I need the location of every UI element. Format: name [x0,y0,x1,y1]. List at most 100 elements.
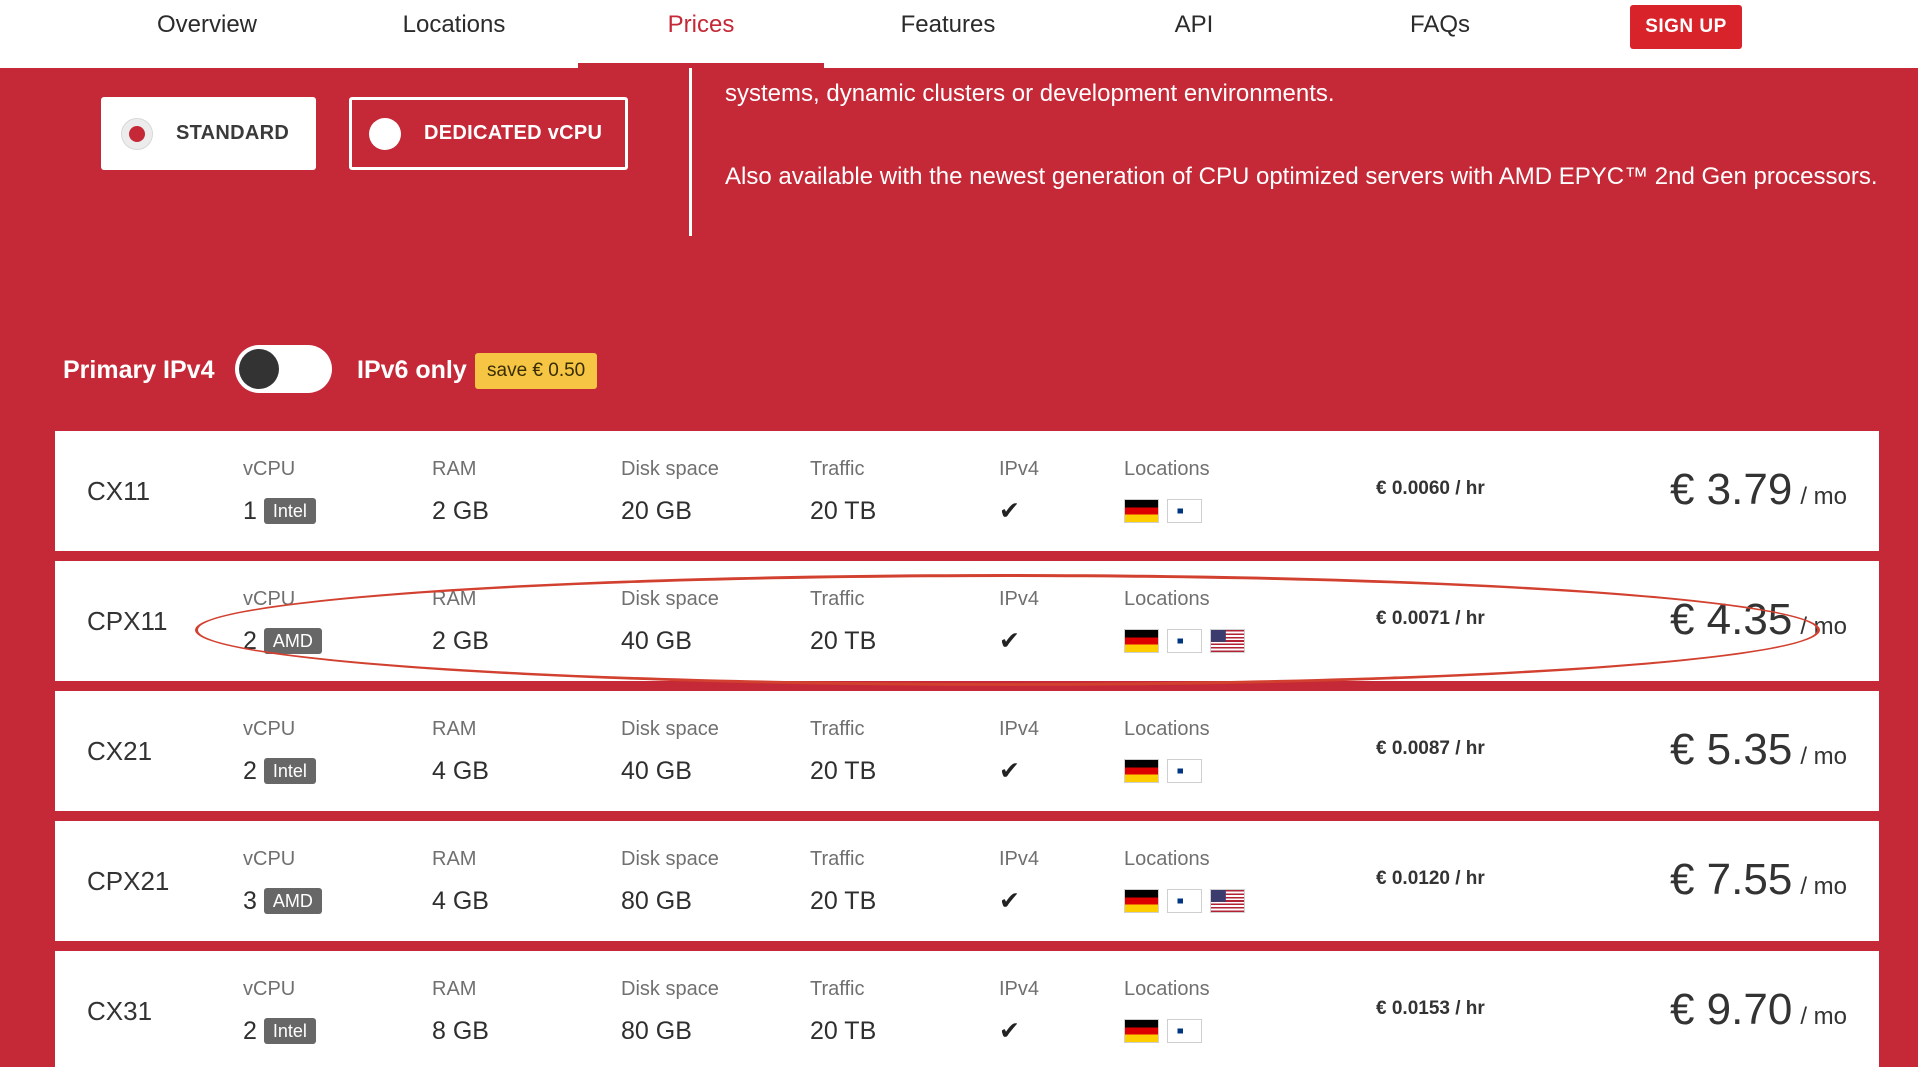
monthly-price-amount: € 9.70 [1669,985,1793,1034]
cpu-brand-badge: Intel [263,498,316,524]
dedicated-vcpu-type-label: DEDICATED vCPU [424,122,603,144]
nav-prices[interactable]: Prices [578,0,824,68]
sign-up-button[interactable]: SIGN UP [1630,5,1742,49]
nav-features[interactable]: Features [825,0,1071,68]
vcpu-value: 1 Intel [243,496,316,526]
ram-value: 4 GB [432,757,489,785]
plan-name: CX31 [87,996,153,1026]
vcpu-label: vCPU [243,848,296,870]
nav-locations[interactable]: Locations [331,0,577,68]
vcpu-value: 2 Intel [243,1016,316,1046]
plan-name: CPX11 [87,606,168,636]
plan-row[interactable]: CX11 vCPU 1 Intel RAM 2 GB Disk space 20 … [55,431,1879,551]
monthly-price: € 9.70 / mo [1670,985,1847,1035]
top-nav: Overview Locations Prices Features API F… [0,0,1918,68]
disk-label: Disk space [621,588,719,610]
location-flags [1124,759,1202,783]
save-badge: save € 0.50 [475,353,598,389]
traffic-label: Traffic [810,978,865,1000]
traffic-label: Traffic [810,718,865,740]
locations-label: Locations [1124,978,1210,1000]
vcpu-value: 2 AMD [243,626,322,656]
description-line-2: Also available with the newest generatio… [725,163,1878,190]
disk-label: Disk space [621,978,719,1000]
ipv4-label: IPv4 [999,588,1040,610]
flag-usa-icon [1210,889,1245,913]
plan-name: CX11 [87,476,151,506]
vcpu-label: vCPU [243,718,296,740]
location-flags [1124,499,1202,523]
plan-row[interactable]: CPX21 vCPU 3 AMD RAM 4 GB Disk space 80 G… [55,821,1879,941]
traffic-value: 20 TB [810,757,877,785]
flag-germany-icon [1124,499,1159,523]
traffic-value: 20 TB [810,887,877,915]
monthly-price-unit: / mo [1800,1003,1847,1030]
ram-value: 2 GB [432,627,489,655]
disk-value: 20 GB [621,497,692,525]
vcpu-label: vCPU [243,978,296,1000]
ipv4-label: IPv4 [999,718,1040,740]
traffic-label: Traffic [810,458,865,480]
check-icon: ✔ [999,627,1020,655]
vcpu-count: 2 [243,757,257,785]
cpu-brand-badge: Intel [263,1018,316,1044]
nav-overview[interactable]: Overview [84,0,330,68]
flag-finland-icon [1167,499,1202,523]
monthly-price-unit: / mo [1800,483,1847,510]
flag-germany-icon [1124,889,1159,913]
check-icon: ✔ [999,887,1020,915]
locations-label: Locations [1124,718,1210,740]
nav-faqs[interactable]: FAQs [1317,0,1563,68]
ram-label: RAM [432,978,477,1000]
plan-row[interactable]: CPX11 vCPU 2 AMD RAM 2 GB Disk space 40 G… [55,561,1879,681]
standard-type-label: STANDARD [176,122,290,144]
nav-api[interactable]: API [1071,0,1317,68]
vcpu-label: vCPU [243,458,296,480]
flag-germany-icon [1124,759,1159,783]
ipv6-only-label: IPv6 only [357,356,467,384]
description-line-1: systems, dynamic clusters or development… [725,80,1335,107]
monthly-price: € 5.35 / mo [1670,725,1847,775]
ram-label: RAM [432,848,477,870]
monthly-price-unit: / mo [1800,873,1847,900]
radio-unselected-icon [369,117,401,150]
hourly-price: € 0.0120 / hr [1376,868,1485,889]
standard-type-button[interactable]: STANDARD [101,97,316,170]
disk-value: 40 GB [621,757,692,785]
locations-label: Locations [1124,458,1210,480]
plan-row[interactable]: CX31 vCPU 2 Intel RAM 8 GB Disk space 80 … [55,951,1879,1067]
locations-label: Locations [1124,848,1210,870]
ram-value: 2 GB [432,497,489,525]
traffic-value: 20 TB [810,1017,877,1045]
ram-label: RAM [432,458,477,480]
flag-usa-icon [1210,629,1245,653]
cpu-brand-badge: AMD [263,888,322,914]
ipv4-label: IPv4 [999,458,1040,480]
description-divider [689,68,692,236]
monthly-price: € 3.79 / mo [1670,465,1847,515]
ipv6-only-toggle[interactable] [235,345,332,393]
ram-value: 4 GB [432,887,489,915]
monthly-price-unit: / mo [1800,743,1847,770]
ipv4-label: IPv4 [999,978,1040,1000]
monthly-price: € 4.35 / mo [1670,595,1847,645]
hourly-price: € 0.0087 / hr [1376,738,1485,759]
traffic-value: 20 TB [810,497,877,525]
flag-finland-icon [1167,1019,1202,1043]
vcpu-count: 3 [243,887,257,915]
cpu-brand-badge: AMD [263,628,322,654]
disk-label: Disk space [621,458,719,480]
disk-label: Disk space [621,718,719,740]
disk-label: Disk space [621,848,719,870]
monthly-price: € 7.55 / mo [1670,855,1847,905]
flag-finland-icon [1167,889,1202,913]
ipv4-label: IPv4 [999,848,1040,870]
hourly-price: € 0.0060 / hr [1376,478,1485,499]
flag-germany-icon [1124,629,1159,653]
disk-value: 80 GB [621,887,692,915]
ram-label: RAM [432,588,477,610]
flag-finland-icon [1167,629,1202,653]
dedicated-vcpu-type-button[interactable]: DEDICATED vCPU [349,97,628,170]
plan-row[interactable]: CX21 vCPU 2 Intel RAM 4 GB Disk space 40 … [55,691,1879,811]
ram-value: 8 GB [432,1017,489,1045]
